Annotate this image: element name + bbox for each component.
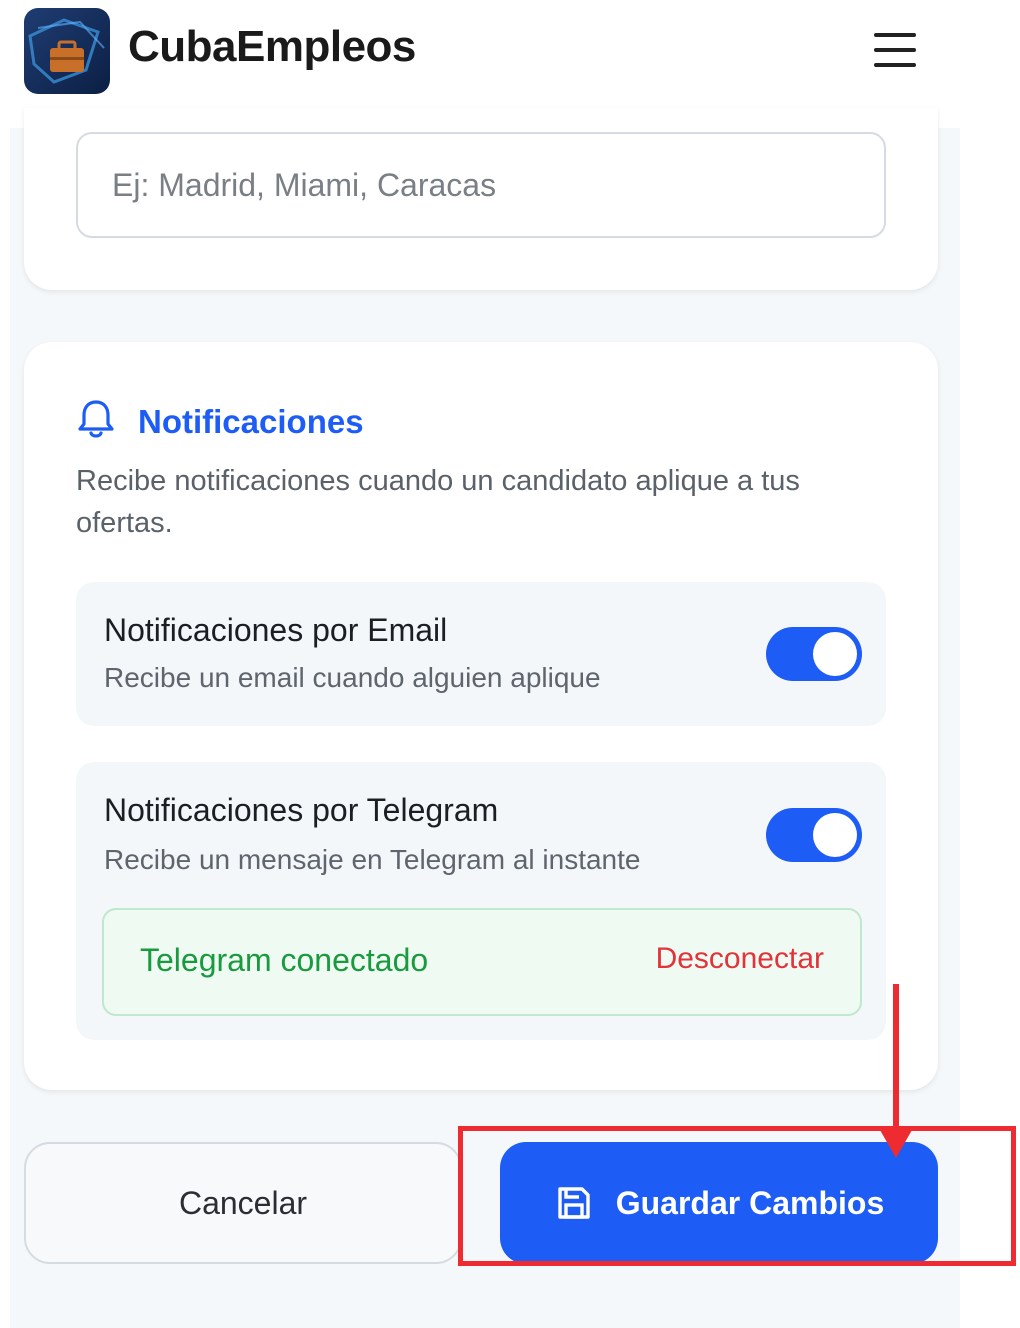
- telegram-option-subtitle: Recibe un mensaje en Telegram al instant…: [104, 844, 641, 875]
- annotation-arrow-line: [893, 984, 899, 1134]
- hamburger-menu-icon[interactable]: [868, 26, 922, 74]
- cancel-button[interactable]: Cancelar: [24, 1142, 462, 1264]
- brand-name[interactable]: CubaEmpleos: [128, 22, 416, 72]
- telegram-option-title: Notificaciones por Telegram: [104, 792, 499, 828]
- location-input[interactable]: [76, 132, 886, 238]
- notifications-header: Notificaciones: [76, 398, 364, 445]
- telegram-disconnect-link[interactable]: Desconectar: [656, 942, 824, 976]
- save-button-label: Guardar Cambios: [615, 1184, 885, 1221]
- email-option-title: Notificaciones por Email: [104, 612, 448, 648]
- save-changes-button[interactable]: Guardar Cambios: [500, 1142, 938, 1264]
- toggle-knob: [813, 813, 857, 857]
- notifications-title: Notificaciones: [138, 402, 364, 440]
- telegram-notification-option: Notificaciones por Telegram Recibe un me…: [76, 762, 886, 1040]
- telegram-notification-toggle[interactable]: [766, 808, 862, 862]
- briefcase-logo-icon[interactable]: [24, 8, 110, 94]
- floppy-disk-icon: [554, 1183, 594, 1223]
- telegram-status-box: Telegram conectado Desconectar: [102, 908, 862, 1016]
- email-notification-toggle[interactable]: [766, 627, 862, 681]
- notifications-description: Recibe notificaciones cuando un candidat…: [76, 465, 800, 539]
- bell-icon: [76, 398, 116, 445]
- annotation-arrow-head: [880, 1130, 912, 1158]
- email-notification-option: Notificaciones por Email Recibe un email…: [76, 582, 886, 726]
- toggle-knob: [813, 632, 857, 676]
- email-option-subtitle: Recibe un email cuando alguien aplique: [104, 662, 601, 693]
- location-card: [24, 108, 938, 290]
- notifications-card: Notificaciones Recibe notificaciones cua…: [24, 342, 938, 1090]
- telegram-connected-status: Telegram conectado: [140, 942, 429, 978]
